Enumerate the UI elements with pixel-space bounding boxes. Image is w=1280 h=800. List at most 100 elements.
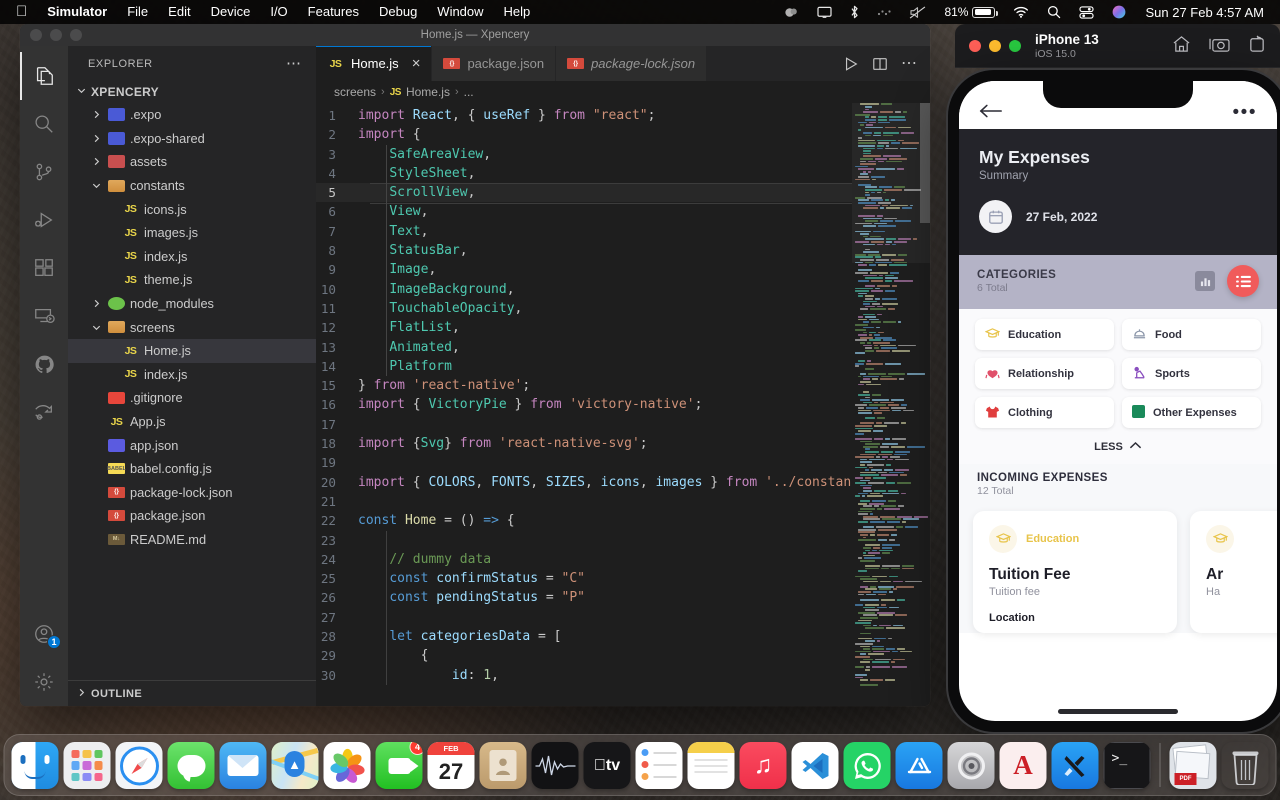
simulator-traffic-lights[interactable] xyxy=(969,40,1021,52)
activity-bar-item-settings[interactable] xyxy=(20,658,68,706)
file-tree-item[interactable]: node_modules xyxy=(68,292,316,316)
dock-item-system-preferences[interactable] xyxy=(947,742,995,789)
activity-bar-item-run-and-debug[interactable] xyxy=(20,196,68,244)
code-line[interactable]: 4 StyleSheet, xyxy=(316,164,852,183)
file-tree-item[interactable]: BABEL babel.config.js xyxy=(68,457,316,481)
bluetooth-icon[interactable] xyxy=(841,0,868,24)
code-line[interactable]: 27 xyxy=(316,608,852,627)
code-line[interactable]: 28 let categoriesData = [ xyxy=(316,627,852,646)
dock-item-calendar[interactable]: FEB 27 xyxy=(427,742,475,789)
dock-item-notes[interactable] xyxy=(687,742,735,789)
list-icon[interactable] xyxy=(1227,265,1259,297)
dots-icon[interactable] xyxy=(868,0,900,24)
category-card[interactable]: Sports xyxy=(1122,358,1261,389)
dock-item-podcasts[interactable] xyxy=(531,742,579,789)
code-line[interactable]: 14 Platform xyxy=(316,357,852,376)
code-line[interactable]: 26 const pendingStatus = "P" xyxy=(316,588,852,607)
menu-item-device[interactable]: Device xyxy=(201,0,261,24)
vscode-window[interactable]: Home.js — Xpencery 1 EXPLORER ⋯ XPENCERY… xyxy=(20,24,930,706)
file-tree-item[interactable]: app.json xyxy=(68,433,316,457)
file-tree-item[interactable]: M↓ README.md xyxy=(68,528,316,552)
dock-item-mail[interactable] xyxy=(219,742,267,789)
breadcrumb-item-symbol[interactable]: ... xyxy=(464,85,474,99)
activity-bar-item-remote-explorer[interactable] xyxy=(20,292,68,340)
code-line[interactable]: 11 TouchableOpacity, xyxy=(316,299,852,318)
code-line[interactable]: 30 id: 1, xyxy=(316,666,852,685)
file-tree[interactable]: .expo .expo-shared assets constants JS icons.… xyxy=(68,103,316,680)
dock-item-documents[interactable]: PDF xyxy=(1169,742,1217,789)
code-editor-area[interactable]: 1 import React, { useRef } from "react"; 2… xyxy=(316,103,930,706)
dock-item-app-store[interactable] xyxy=(895,742,943,789)
categories-grid[interactable]: Education Food Relationship Sports Clothing O… xyxy=(959,309,1277,432)
activity-bar-item-explorer[interactable] xyxy=(20,52,68,100)
category-card[interactable]: Other Expenses xyxy=(1122,397,1261,428)
code-line[interactable]: 24 // dummy data xyxy=(316,550,852,569)
dock-item-facetime[interactable]: 4 xyxy=(375,742,423,789)
file-tree-item[interactable]: JS App.js xyxy=(68,410,316,434)
file-tree-item[interactable]: assets xyxy=(68,150,316,174)
dock-item-reminders[interactable] xyxy=(635,742,683,789)
siri-icon[interactable] xyxy=(1103,0,1135,24)
code-line[interactable]: 13 Animated, xyxy=(316,338,852,357)
file-tree-item[interactable]: .expo-shared xyxy=(68,127,316,151)
editor-tab[interactable]: {} package.json xyxy=(432,46,557,81)
dock-item-safari[interactable] xyxy=(115,742,163,789)
file-tree-item[interactable]: .expo xyxy=(68,103,316,127)
menu-item-io[interactable]: I/O xyxy=(260,0,297,24)
editor-tab[interactable]: JS Home.js × xyxy=(316,46,433,81)
file-tree-item[interactable]: {} package-lock.json xyxy=(68,481,316,505)
code-content[interactable]: 1 import React, { useRef } from "react"; 2… xyxy=(316,103,852,706)
dock-item-apple-tv[interactable]: tv xyxy=(583,742,631,789)
code-line[interactable]: 2 import { xyxy=(316,125,852,144)
more-dots-icon[interactable]: ••• xyxy=(1233,103,1257,122)
file-tree-item[interactable]: JS index.js xyxy=(68,245,316,269)
code-line[interactable]: 9 Image, xyxy=(316,260,852,279)
menu-item-edit[interactable]: Edit xyxy=(158,0,200,24)
rotate-icon[interactable] xyxy=(1248,35,1266,58)
editor-minimap[interactable] xyxy=(852,103,930,706)
close-window-button[interactable] xyxy=(30,29,42,41)
search-icon[interactable] xyxy=(1038,0,1070,24)
screenshot-icon[interactable] xyxy=(1209,35,1230,58)
breadcrumb-item-file[interactable]: Home.js xyxy=(406,85,450,99)
split-editor-icon[interactable] xyxy=(867,51,893,77)
activity-bar-item-extensions[interactable] xyxy=(20,244,68,292)
code-line[interactable]: 16 import { VictoryPie } from 'victory-na… xyxy=(316,395,852,414)
dock-item-trash[interactable] xyxy=(1222,742,1269,789)
file-tree-item[interactable]: JS Home.js xyxy=(68,338,316,363)
dock-item-launchpad[interactable] xyxy=(63,742,111,789)
code-line[interactable]: 18 import {Svg} from 'react-native-svg'; xyxy=(316,434,852,453)
dock-item-maps[interactable]: ▲ xyxy=(271,742,319,789)
code-line[interactable]: 15} from 'react-native'; xyxy=(316,376,852,395)
category-card[interactable]: Relationship xyxy=(975,358,1114,389)
editor-tab[interactable]: {} package-lock.json xyxy=(556,46,708,81)
code-line[interactable]: 25 const confirmStatus = "C" xyxy=(316,569,852,588)
dock-item-adobe-acrobat[interactable]: A xyxy=(999,742,1047,789)
control-center-icon[interactable] xyxy=(1070,0,1103,24)
code-line[interactable]: 12 FlatList, xyxy=(316,318,852,337)
breadcrumb[interactable]: screens › JS Home.js › ... xyxy=(316,81,930,103)
file-tree-item[interactable]: JS images.js xyxy=(68,221,316,245)
file-tree-item[interactable]: JS icons.js xyxy=(68,197,316,221)
maximize-window-button[interactable] xyxy=(70,29,82,41)
code-line[interactable]: 22 const Home = () => { xyxy=(316,511,852,530)
code-line[interactable]: 17 xyxy=(316,415,852,434)
activity-bar-item-source-control[interactable] xyxy=(20,148,68,196)
code-line[interactable]: 10 ImageBackground, xyxy=(316,280,852,299)
code-line[interactable]: 20 import { COLORS, FONTS, SIZES, icons, … xyxy=(316,473,852,492)
menu-bar-clock[interactable]: Sun 27 Feb 4:57 AM xyxy=(1135,5,1270,20)
code-line[interactable]: 29 { xyxy=(316,646,852,665)
code-line[interactable]: 8 StatusBar, xyxy=(316,241,852,260)
file-tree-item[interactable]: JS index.js xyxy=(68,363,316,387)
dock-item-terminal[interactable]: >_ xyxy=(1103,742,1151,789)
screen-sharing-icon[interactable] xyxy=(775,0,808,24)
explorer-more-actions-icon[interactable]: ⋯ xyxy=(286,56,306,71)
menu-item-file[interactable]: File xyxy=(117,0,158,24)
code-line[interactable]: 6 View, xyxy=(316,202,852,221)
editor-tab-actions[interactable]: ⋯ xyxy=(838,46,930,81)
file-tree-item[interactable]: {} package.json xyxy=(68,504,316,528)
display-icon[interactable] xyxy=(808,0,841,24)
dock-item-contacts[interactable] xyxy=(479,742,527,789)
expense-cards-list[interactable]: Education Tuition Fee Tuition fee Location A… xyxy=(959,503,1277,633)
wifi-icon[interactable] xyxy=(1004,0,1038,24)
